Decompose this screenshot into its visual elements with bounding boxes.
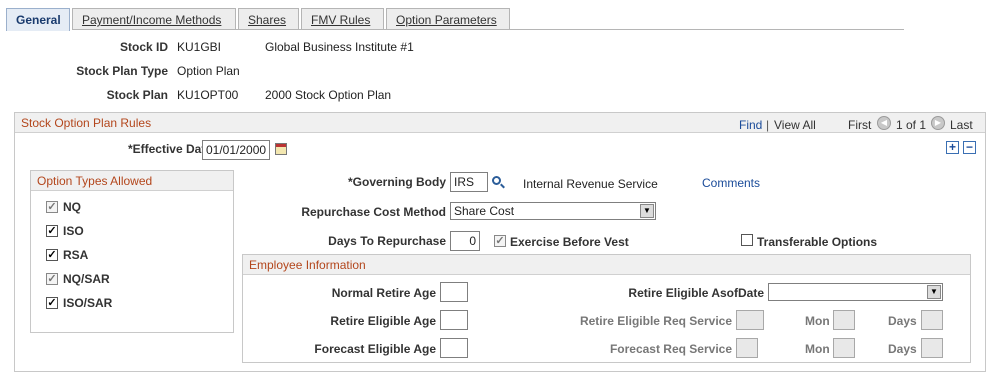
retire-eligible-req-service-label: Retire Eligible Req Service bbox=[579, 314, 732, 328]
governing-body-field[interactable]: IRS bbox=[450, 172, 488, 192]
stock-plan-description: 2000 Stock Option Plan bbox=[265, 88, 392, 102]
nq-sar-checkbox[interactable]: ✓ bbox=[46, 273, 58, 285]
iso-sar-checkbox[interactable]: ✓ bbox=[46, 297, 58, 309]
retire-days-field[interactable] bbox=[921, 310, 943, 330]
view-all-link[interactable]: View All bbox=[774, 118, 816, 132]
rules-title: Stock Option Plan Rules bbox=[21, 116, 152, 130]
tab-fmv-rules[interactable]: FMV Rules bbox=[301, 8, 384, 30]
employee-information-header: Employee Information bbox=[243, 255, 970, 275]
forecast-eligible-age-field[interactable] bbox=[440, 338, 468, 358]
days-to-repurchase-label: Days To Repurchase bbox=[328, 234, 446, 248]
forecast-mon-field[interactable] bbox=[833, 338, 855, 358]
forecast-req-service-label: Forecast Req Service bbox=[609, 342, 732, 356]
transferable-options-label: Transferable Options bbox=[757, 235, 878, 249]
repurchase-cost-method-select[interactable]: Share Cost ▼ bbox=[450, 202, 656, 220]
retire-eligible-age-field[interactable] bbox=[440, 310, 468, 330]
option-types-allowed-section: Option Types Allowed ✓ NQ ✓ ISO ✓ RSA ✓ … bbox=[30, 170, 234, 333]
tab-payment-income-methods[interactable]: Payment/Income Methods bbox=[72, 8, 236, 30]
effective-date-label: *Effective Date bbox=[127, 142, 212, 156]
option-types-header: Option Types Allowed bbox=[31, 171, 233, 191]
retire-days-label: Days bbox=[888, 314, 917, 328]
tab-option-parameters[interactable]: Option Parameters bbox=[386, 8, 510, 30]
chevron-down-icon[interactable]: ▼ bbox=[927, 285, 941, 299]
comments-link[interactable]: Comments bbox=[702, 176, 760, 190]
forecast-days-field[interactable] bbox=[921, 338, 943, 358]
normal-retire-age-label: Normal Retire Age bbox=[331, 286, 436, 300]
retire-eligible-asofdate-label: Retire Eligible AsofDate bbox=[628, 286, 764, 300]
employee-information-title: Employee Information bbox=[249, 258, 366, 272]
tab-general[interactable]: General bbox=[6, 8, 70, 31]
governing-body-label: *Governing Body bbox=[347, 175, 446, 189]
nav-separator: | bbox=[766, 118, 770, 132]
retire-eligible-age-label: Retire Eligible Age bbox=[330, 314, 436, 328]
retire-mon-field[interactable] bbox=[833, 310, 855, 330]
option-types-title: Option Types Allowed bbox=[37, 174, 153, 188]
iso-sar-label: ISO/SAR bbox=[63, 296, 113, 310]
nq-label: NQ bbox=[63, 200, 81, 214]
governing-body-description: Internal Revenue Service bbox=[523, 177, 658, 191]
stock-id-description: Global Business Institute #1 bbox=[265, 40, 414, 54]
rules-header-bar: Stock Option Plan Rules Find | View All … bbox=[15, 113, 985, 133]
iso-label: ISO bbox=[63, 224, 84, 238]
tab-underline bbox=[72, 29, 904, 30]
stock-plan-value: KU1OPT00 bbox=[177, 88, 239, 102]
exercise-before-vest-label: Exercise Before Vest bbox=[510, 235, 629, 249]
exercise-before-vest-checkbox[interactable]: ✓ bbox=[494, 235, 506, 247]
tab-shares[interactable]: Shares bbox=[238, 8, 299, 30]
delete-row-button[interactable]: − bbox=[963, 141, 976, 154]
forecast-req-service-field[interactable] bbox=[736, 338, 758, 358]
normal-retire-age-field[interactable] bbox=[440, 282, 468, 302]
forecast-eligible-age-label: Forecast Eligible Age bbox=[314, 342, 436, 356]
retire-mon-label: Mon bbox=[805, 314, 830, 328]
retire-eligible-req-service-field[interactable] bbox=[736, 310, 764, 330]
previous-arrow-icon[interactable]: ◀ bbox=[877, 116, 891, 130]
repurchase-cost-method-value: Share Cost bbox=[454, 204, 515, 218]
nq-checkbox[interactable]: ✓ bbox=[46, 201, 58, 213]
first-label: First bbox=[848, 118, 872, 132]
forecast-mon-label: Mon bbox=[805, 342, 830, 356]
stock-plan-label: Stock Plan bbox=[106, 88, 168, 102]
transferable-options-checkbox[interactable] bbox=[741, 234, 753, 246]
next-arrow-icon[interactable]: ▶ bbox=[931, 116, 945, 130]
stock-option-plan-rules-section: Stock Option Plan Rules Find | View All … bbox=[14, 112, 986, 372]
find-link[interactable]: Find bbox=[739, 118, 762, 132]
stock-id-label: Stock ID bbox=[119, 40, 168, 54]
stock-plan-type-label: Stock Plan Type bbox=[76, 64, 168, 78]
lookup-icon[interactable] bbox=[492, 176, 505, 189]
rsa-checkbox[interactable]: ✓ bbox=[46, 249, 58, 261]
iso-checkbox[interactable]: ✓ bbox=[46, 225, 58, 237]
days-to-repurchase-field[interactable]: 0 bbox=[450, 231, 480, 251]
employee-information-section: Employee Information Normal Retire Age R… bbox=[242, 254, 971, 363]
calendar-icon[interactable] bbox=[275, 143, 287, 155]
forecast-days-label: Days bbox=[888, 342, 917, 356]
row-position: 1 of 1 bbox=[896, 118, 927, 132]
last-label: Last bbox=[950, 118, 973, 132]
repurchase-cost-method-label: Repurchase Cost Method bbox=[301, 205, 446, 219]
add-row-button[interactable]: + bbox=[946, 141, 959, 154]
rsa-label: RSA bbox=[63, 248, 89, 262]
stock-id-value: KU1GBI bbox=[177, 40, 222, 54]
stock-plan-type-value: Option Plan bbox=[177, 64, 240, 78]
effective-date-field[interactable]: 01/01/2000 bbox=[202, 140, 270, 160]
chevron-down-icon[interactable]: ▼ bbox=[640, 204, 654, 218]
retire-eligible-asofdate-select[interactable]: ▼ bbox=[768, 283, 943, 301]
nq-sar-label: NQ/SAR bbox=[63, 272, 110, 286]
